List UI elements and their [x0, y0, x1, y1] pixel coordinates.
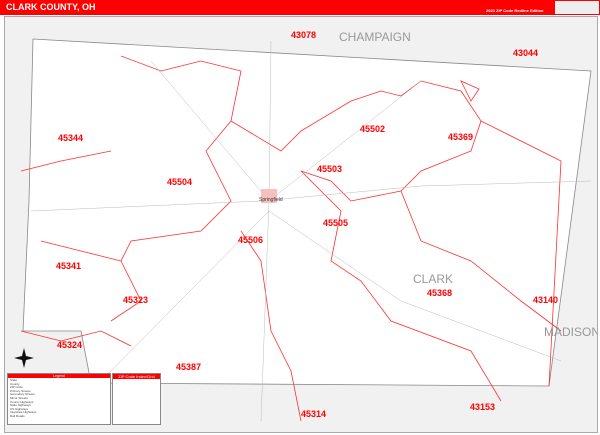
map-canvas[interactable]: Springfield CHAMPAIGN CLARK MADISON 4307…: [4, 16, 598, 433]
legend-panel: Legend State County ZIP Code Primary Str…: [7, 373, 111, 425]
county-label-clark: CLARK: [413, 272, 453, 286]
zip-label[interactable]: 43140: [533, 295, 558, 305]
zip-index-title: ZIP Code Index/Grid Locator: [113, 374, 160, 384]
zip-label[interactable]: 45503: [317, 164, 342, 174]
compass-rose-icon: [14, 348, 34, 368]
map-svg: Springfield CHAMPAIGN CLARK MADISON 4307…: [14, 30, 597, 422]
county-boundary: [22, 38, 592, 387]
zip-label[interactable]: 45324: [57, 340, 82, 350]
zip-label[interactable]: 45502: [360, 124, 385, 134]
zip-label[interactable]: 43078: [291, 30, 316, 40]
zip-label[interactable]: 43044: [513, 48, 538, 58]
zip-label[interactable]: 45344: [58, 133, 83, 143]
zip-label[interactable]: 45368: [427, 288, 452, 298]
zip-label[interactable]: 45314: [301, 409, 326, 419]
county-label-madison: MADISON: [544, 325, 597, 339]
zip-label[interactable]: 45341: [56, 261, 81, 271]
zip-label[interactable]: 45369: [448, 132, 473, 142]
map-title: CLARK COUNTY, OH: [6, 2, 96, 12]
city-label: Springfield: [259, 197, 283, 203]
edition-label: 2023 ZIP Code Redline Edition: [486, 8, 544, 13]
zip-label[interactable]: 45505: [323, 218, 348, 228]
zip-label[interactable]: 45506: [238, 235, 263, 245]
zip-label[interactable]: 45387: [176, 362, 201, 372]
header-bar: CLARK COUNTY, OH 2023 ZIP Code Redline E…: [0, 0, 600, 15]
zip-label[interactable]: 45323: [123, 295, 148, 305]
zip-index-panel: ZIP Code Index/Grid Locator: [112, 373, 161, 425]
publisher-logo: [555, 1, 599, 14]
county-label-champaign: CHAMPAIGN: [339, 30, 411, 44]
legend-item: Rail Roads: [10, 413, 25, 418]
zip-label[interactable]: 45504: [167, 177, 192, 187]
zip-label[interactable]: 43153: [470, 402, 495, 412]
